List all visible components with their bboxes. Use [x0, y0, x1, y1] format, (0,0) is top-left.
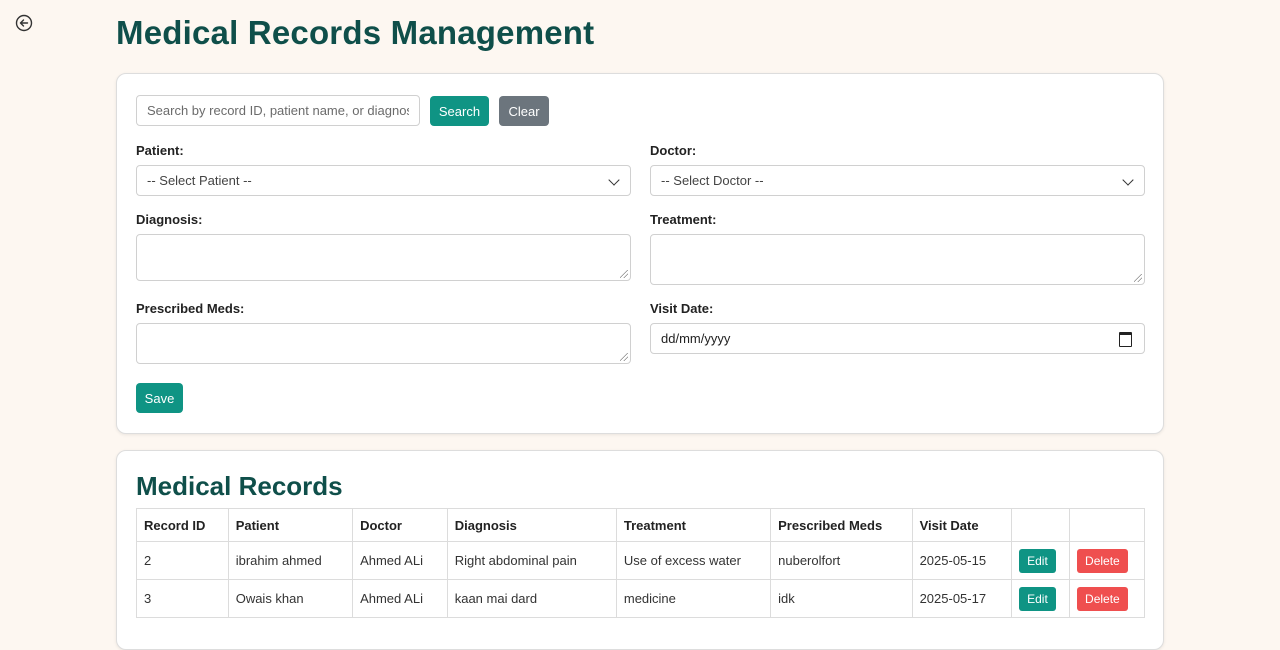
- back-arrow-icon[interactable]: [15, 14, 33, 32]
- cell-prescribed-meds: idk: [770, 579, 913, 618]
- resize-grip-icon[interactable]: [620, 270, 628, 278]
- cell-doctor: Ahmed ALi: [352, 579, 448, 618]
- records-table: Record ID Patient Doctor Diagnosis Treat…: [136, 508, 1145, 618]
- prescribed-meds-label: Prescribed Meds:: [136, 301, 245, 316]
- delete-button[interactable]: Delete: [1077, 586, 1128, 611]
- header-prescribed-meds: Prescribed Meds: [770, 508, 913, 542]
- doctor-select[interactable]: -- Select Doctor --: [650, 165, 1145, 196]
- visit-date-input[interactable]: dd/mm/yyyy: [650, 323, 1145, 354]
- search-button[interactable]: Search: [430, 96, 489, 126]
- record-form-card: Search Clear Patient: -- Select Patient …: [116, 73, 1164, 434]
- diagnosis-label: Diagnosis:: [136, 212, 203, 227]
- cell-diagnosis: kaan mai dard: [446, 579, 617, 618]
- cell-visit-date: 2025-05-17: [911, 579, 1013, 618]
- header-delete: [1069, 508, 1145, 542]
- header-treatment: Treatment: [615, 508, 772, 542]
- chevron-down-icon: [1122, 174, 1134, 186]
- header-record-id: Record ID: [136, 508, 229, 542]
- cell-delete: Delete: [1069, 579, 1145, 618]
- records-card: Medical Records Record ID Patient Doctor…: [116, 450, 1164, 650]
- patient-select-value: -- Select Patient --: [147, 173, 252, 188]
- table-header-row: Record ID Patient Doctor Diagnosis Treat…: [136, 508, 1145, 542]
- header-patient: Patient: [227, 508, 354, 542]
- patient-select[interactable]: -- Select Patient --: [136, 165, 631, 196]
- chevron-down-icon: [608, 174, 620, 186]
- resize-grip-icon[interactable]: [620, 353, 628, 361]
- edit-button[interactable]: Edit: [1019, 586, 1056, 611]
- cell-diagnosis: Right abdominal pain: [446, 541, 617, 580]
- search-input[interactable]: [136, 95, 420, 126]
- header-visit-date: Visit Date: [911, 508, 1013, 542]
- prescribed-meds-textarea[interactable]: [136, 323, 631, 364]
- header-doctor: Doctor: [352, 508, 448, 542]
- doctor-select-value: -- Select Doctor --: [661, 173, 764, 188]
- save-button[interactable]: Save: [136, 383, 183, 413]
- delete-button[interactable]: Delete: [1077, 548, 1128, 573]
- cell-record-id: 2: [136, 541, 229, 580]
- diagnosis-textarea[interactable]: [136, 234, 631, 281]
- header-diagnosis: Diagnosis: [446, 508, 617, 542]
- cell-edit: Edit: [1011, 541, 1071, 580]
- calendar-icon[interactable]: [1119, 332, 1132, 347]
- cell-treatment: Use of excess water: [615, 541, 772, 580]
- edit-button[interactable]: Edit: [1019, 548, 1056, 573]
- visit-date-value: dd/mm/yyyy: [661, 331, 731, 346]
- patient-label: Patient:: [136, 143, 184, 158]
- cell-patient: ibrahim ahmed: [227, 541, 354, 580]
- cell-delete: Delete: [1069, 541, 1145, 580]
- resize-grip-icon[interactable]: [1134, 274, 1142, 282]
- cell-doctor: Ahmed ALi: [352, 541, 448, 580]
- treatment-label: Treatment:: [650, 212, 717, 227]
- page-title: Medical Records Management: [116, 14, 595, 51]
- cell-visit-date: 2025-05-15: [911, 541, 1013, 580]
- treatment-textarea[interactable]: [650, 234, 1145, 285]
- cell-prescribed-meds: nuberolfort: [770, 541, 913, 580]
- clear-button[interactable]: Clear: [499, 96, 549, 126]
- cell-patient: Owais khan: [227, 579, 354, 618]
- cell-edit: Edit: [1011, 579, 1071, 618]
- cell-record-id: 3: [136, 579, 229, 618]
- cell-treatment: medicine: [615, 579, 772, 618]
- doctor-label: Doctor:: [650, 143, 697, 158]
- table-row: 2 ibrahim ahmed Ahmed ALi Right abdomina…: [136, 541, 1145, 580]
- records-title: Medical Records: [136, 471, 343, 501]
- table-row: 3 Owais khan Ahmed ALi kaan mai dard med…: [136, 579, 1145, 618]
- header-edit: [1011, 508, 1071, 542]
- visit-date-label: Visit Date:: [650, 301, 714, 316]
